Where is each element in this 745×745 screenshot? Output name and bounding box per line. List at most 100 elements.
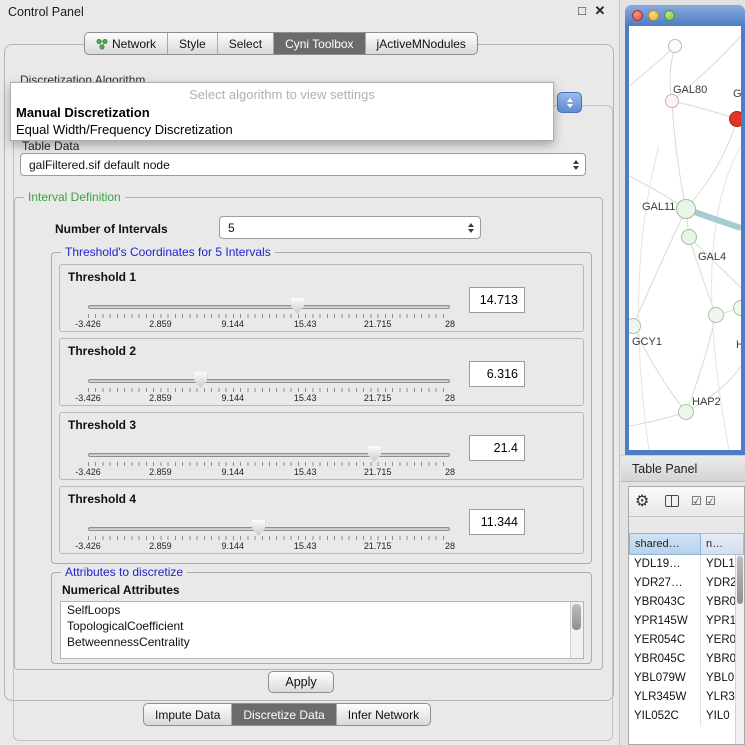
attribute-item[interactable]: SelfLoops (61, 602, 583, 618)
combobox-stepper-icon[interactable] (468, 223, 474, 233)
traffic-close-button[interactable] (632, 10, 643, 21)
algorithm-dropdown-popup: Select algorithm to view settings Manual… (10, 82, 554, 141)
threshold-value-field[interactable]: 14.713 (469, 287, 525, 313)
threshold-slider[interactable]: -3.4262.8599.14415.4321.71528 (88, 445, 450, 479)
attribute-item[interactable]: BetweennessCentrality (61, 634, 583, 650)
slider-ticks (88, 314, 450, 318)
slider-scale: -3.4262.8599.14415.4321.71528 (88, 393, 450, 404)
network-tab-icon (96, 38, 108, 50)
tab-label: Discretize Data (243, 708, 324, 722)
table-data-value: galFiltered.sif default node (29, 158, 170, 172)
tab-label: Select (229, 37, 262, 51)
columns-icon[interactable] (665, 495, 679, 507)
algorithm-option[interactable]: Manual Discretization (11, 104, 553, 121)
scale-tick-label: 15.43 (294, 541, 317, 551)
float-window-icon[interactable]: □ (574, 3, 590, 18)
algorithm-prompt-item[interactable]: Select algorithm to view settings (11, 85, 553, 104)
network-window-titlebar[interactable] (625, 5, 745, 26)
threshold-value-field[interactable]: 21.4 (469, 435, 525, 461)
control-panel-titlebar: Control Panel □ ✕ (0, 0, 619, 24)
combobox-stepper-icon[interactable] (573, 160, 579, 170)
table-row[interactable]: YBR043CYBR0 (629, 593, 744, 612)
tab-jactivemnodules[interactable]: jActiveMNodules (365, 33, 477, 54)
threshold-box: Threshold 1 -3.4262.8599.14415.4321.7152… (59, 264, 584, 332)
traffic-zoom-button[interactable] (664, 10, 675, 21)
table-row[interactable]: YDL19…YDL1 (629, 555, 744, 574)
threshold-slider[interactable]: -3.4262.8599.14415.4321.71528 (88, 519, 450, 553)
table-row[interactable]: YDR27…YDR2 (629, 574, 744, 593)
threshold-value-field[interactable]: 11.344 (469, 509, 525, 535)
gear-icon[interactable]: ⚙ (635, 491, 649, 510)
table-row[interactable]: YBL079WYBL0 (629, 669, 744, 688)
table-cell: YDR27… (629, 574, 701, 593)
table-row[interactable]: YIL052CYIL0 (629, 707, 744, 726)
column-header-name[interactable]: n… (701, 533, 744, 555)
slider-thumb[interactable] (252, 520, 265, 536)
network-canvas[interactable]: GAL80GAGAL11GAL4GCY1HAP2H (629, 26, 741, 450)
list-scrollbar-thumb[interactable] (572, 604, 581, 630)
table-row[interactable]: YPR145WYPR1 (629, 612, 744, 631)
interval-definition-group: Interval Definition Number of Intervals … (14, 197, 603, 670)
slider-track[interactable] (88, 527, 450, 531)
threshold-slider[interactable]: -3.4262.8599.14415.4321.71528 (88, 371, 450, 405)
traffic-minimize-button[interactable] (648, 10, 659, 21)
column-header-shared-name[interactable]: shared… (629, 533, 701, 555)
list-scrollbar[interactable] (570, 602, 583, 658)
network-node-label: HAP2 (692, 396, 721, 408)
threshold-box: Threshold 3 -3.4262.8599.14415.4321.7152… (59, 412, 584, 480)
number-of-intervals-combobox[interactable]: 5 (219, 216, 481, 239)
tab-label: Network (112, 37, 156, 51)
scale-tick-label: -3.426 (75, 541, 101, 551)
network-node[interactable] (668, 39, 682, 53)
table-row[interactable]: YLR345WYLR3 (629, 688, 744, 707)
network-node[interactable] (729, 111, 741, 127)
table-scrollbar[interactable] (735, 555, 744, 744)
threshold-value-field[interactable]: 6.316 (469, 361, 525, 387)
table-data-label: Table Data (22, 139, 79, 153)
tab-style[interactable]: Style (167, 33, 217, 54)
scale-tick-label: 15.43 (294, 393, 317, 403)
close-icon[interactable]: ✕ (592, 3, 608, 19)
slider-scale: -3.4262.8599.14415.4321.71528 (88, 319, 450, 330)
select-all-icon[interactable]: ☑ (691, 494, 702, 508)
attribute-item[interactable]: TopologicalCoefficient (61, 618, 583, 634)
network-node-label: GAL80 (673, 84, 707, 96)
top-tab-bar: Network Style Select Cyni Toolbox jActiv… (84, 32, 478, 55)
slider-track[interactable] (88, 379, 450, 383)
scale-tick-label: 2.859 (149, 319, 172, 329)
tab-label: jActiveMNodules (377, 37, 466, 51)
tab-network[interactable]: Network (85, 33, 167, 54)
scale-tick-label: 28 (445, 541, 455, 551)
slider-thumb[interactable] (291, 298, 304, 314)
network-node-label: GAL4 (698, 251, 726, 263)
slider-scale: -3.4262.8599.14415.4321.71528 (88, 541, 450, 552)
tab-impute-data[interactable]: Impute Data (144, 704, 231, 725)
scale-tick-label: 21.715 (364, 541, 392, 551)
threshold-slider[interactable]: -3.4262.8599.14415.4321.71528 (88, 297, 450, 331)
table-scrollbar-thumb[interactable] (737, 556, 743, 604)
tab-infer-network[interactable]: Infer Network (336, 704, 430, 725)
slider-track[interactable] (88, 453, 450, 457)
network-node[interactable] (665, 94, 679, 108)
table-row[interactable]: YER054CYER0 (629, 631, 744, 650)
network-node[interactable] (708, 307, 724, 323)
slider-track[interactable] (88, 305, 450, 309)
tab-select[interactable]: Select (217, 33, 273, 54)
network-node[interactable] (676, 199, 696, 219)
table-panel-title: Table Panel (632, 462, 697, 476)
algorithm-option[interactable]: Equal Width/Frequency Discretization (11, 121, 553, 138)
slider-thumb[interactable] (368, 446, 381, 462)
table-data-combobox[interactable]: galFiltered.sif default node (20, 153, 586, 176)
tab-cyni-toolbox[interactable]: Cyni Toolbox (273, 33, 364, 54)
stepper-down-icon (567, 104, 573, 108)
algorithm-combobox-stepper[interactable] (557, 92, 582, 113)
slider-thumb[interactable] (194, 372, 207, 388)
scale-tick-label: 21.715 (364, 393, 392, 403)
select-column-icon[interactable]: ☑ (705, 494, 716, 508)
scale-tick-label: -3.426 (75, 319, 101, 329)
network-node[interactable] (681, 229, 697, 245)
apply-button[interactable]: Apply (268, 671, 334, 693)
tab-discretize-data[interactable]: Discretize Data (231, 704, 335, 725)
table-row[interactable]: YBR045CYBR0 (629, 650, 744, 669)
number-of-intervals-label: Number of Intervals (55, 222, 168, 236)
